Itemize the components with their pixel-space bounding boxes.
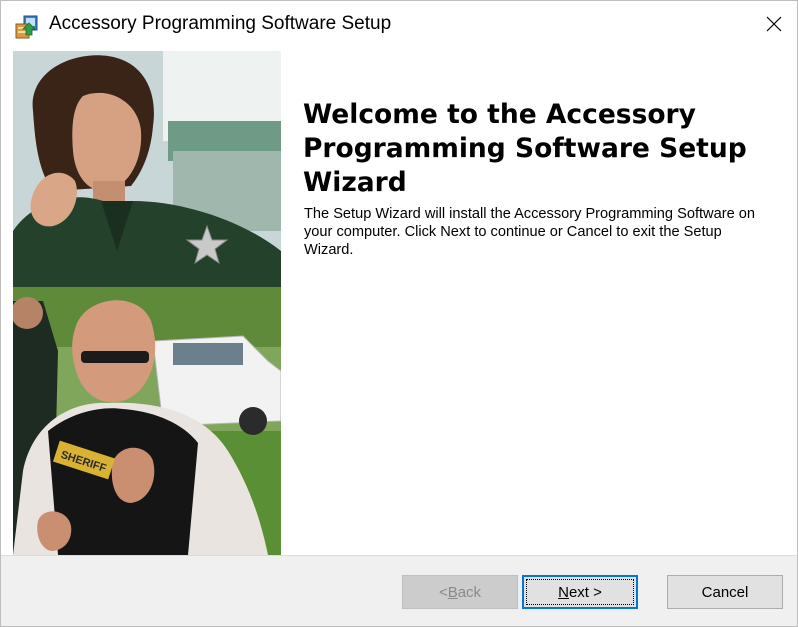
welcome-heading: Welcome to the Accessory Programming Sof… <box>303 99 747 198</box>
back-accelerator: B <box>447 583 458 601</box>
close-button[interactable] <box>751 1 797 47</box>
next-button[interactable]: Next > <box>522 575 638 609</box>
welcome-body: The Setup Wizard will install the Access… <box>304 206 755 258</box>
focus-rectangle <box>526 579 634 605</box>
back-label-rest: ack <box>457 583 482 601</box>
cancel-button[interactable]: Cancel <box>667 575 783 609</box>
wizard-banner-image: SHERIFF <box>13 51 281 555</box>
title-bar[interactable]: Accessory Programming Software Setup <box>1 1 797 47</box>
close-icon <box>766 16 782 32</box>
setup-window: Accessory Programming Software Setup SHE… <box>0 0 798 627</box>
back-button[interactable]: < Back <box>402 575 518 609</box>
installer-icon <box>15 15 38 39</box>
officers-photo: SHERIFF <box>13 51 281 555</box>
window-title: Accessory Programming Software Setup <box>49 13 392 34</box>
back-prefix: < <box>438 583 448 601</box>
button-bar: < Back Next > Cancel <box>1 555 797 626</box>
